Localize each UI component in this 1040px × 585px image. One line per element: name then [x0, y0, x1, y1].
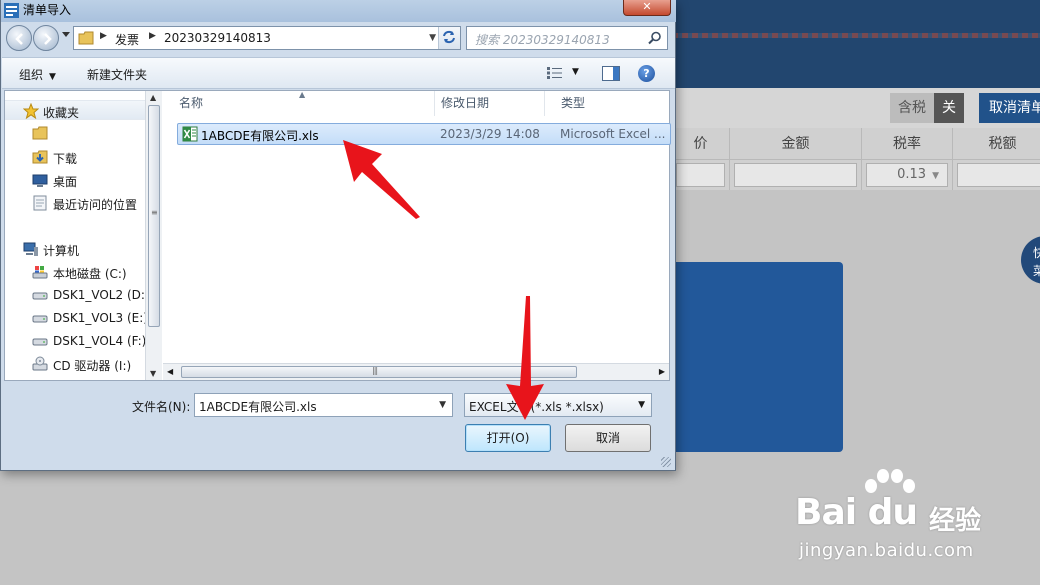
watermark-product: 经验	[929, 506, 982, 536]
watermark-url: jingyan.baidu.com	[799, 540, 974, 561]
arrow-to-open-button-icon	[506, 296, 544, 420]
baidu-watermark: Bai du 经验 jingyan.baidu.com	[795, 468, 1035, 568]
arrow-to-file-icon	[343, 140, 420, 219]
watermark-brand: Bai du	[795, 492, 918, 533]
